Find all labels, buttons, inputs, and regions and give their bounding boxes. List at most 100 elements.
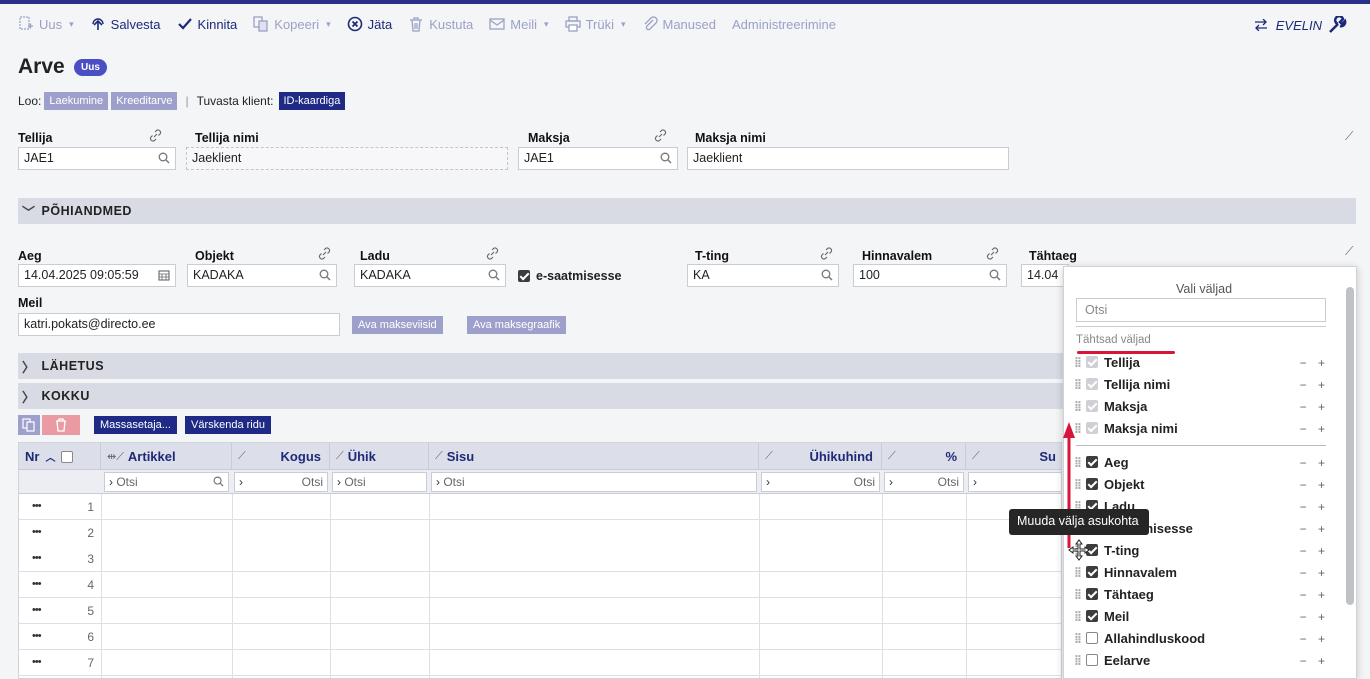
esaatmine-checkbox[interactable]	[518, 270, 530, 282]
field-item-objekt[interactable]: ⣿ Objekt − +	[1074, 473, 1334, 495]
minus-plus-controls[interactable]: − +	[1300, 378, 1329, 392]
create-payment-button[interactable]: Laekumine	[44, 92, 109, 110]
table-row[interactable]: ••• 7	[19, 650, 1061, 676]
minus-plus-controls[interactable]: − +	[1300, 478, 1329, 492]
search-icon[interactable]	[158, 152, 170, 164]
pin-icon[interactable]: ⟋	[1345, 129, 1353, 144]
field-checkbox[interactable]	[1086, 456, 1098, 468]
minus-plus-controls[interactable]: − +	[1300, 522, 1329, 536]
row-menu-icon[interactable]: •••	[32, 656, 42, 668]
table-row[interactable]: ••• 1	[19, 494, 1061, 520]
uhikuhind-filter[interactable]: › Otsi	[761, 472, 880, 492]
mass-setter-button[interactable]: Massasetaja...	[94, 416, 177, 434]
link-icon[interactable]	[486, 247, 499, 260]
minus-plus-controls[interactable]: − +	[1300, 544, 1329, 558]
drag-handle-icon[interactable]: ⣿	[1074, 633, 1086, 644]
confirm-button[interactable]: Kinnita	[177, 16, 237, 32]
row-menu-icon[interactable]: •••	[32, 526, 42, 538]
verify-id-button[interactable]: ID-kaardiga	[278, 92, 346, 110]
ladu-input[interactable]: KADAKA	[354, 264, 506, 287]
field-item-aeg[interactable]: ⣿ Aeg − +	[1074, 451, 1334, 473]
field-checkbox[interactable]	[1086, 566, 1098, 578]
minus-plus-controls[interactable]: − +	[1300, 422, 1329, 436]
hinnavalem-input[interactable]: 100	[853, 264, 1007, 287]
field-checkbox[interactable]	[1086, 610, 1098, 622]
user-name[interactable]: EVELIN	[1276, 18, 1322, 33]
minus-plus-controls[interactable]: − +	[1300, 632, 1329, 646]
field-item-tellija-nimi[interactable]: ⣿ Tellija nimi − +	[1074, 373, 1334, 395]
link-icon[interactable]	[149, 129, 162, 142]
refresh-rows-button[interactable]: Värskenda ridu	[185, 416, 271, 434]
column-sisu[interactable]: ⟋ Sisu	[429, 443, 759, 470]
save-button[interactable]: Salvesta	[90, 16, 161, 32]
field-checkbox[interactable]	[1086, 478, 1098, 490]
maksja-input[interactable]: JAE1	[518, 147, 678, 170]
row-menu-icon[interactable]: •••	[32, 552, 42, 564]
minus-plus-controls[interactable]: − +	[1300, 654, 1329, 668]
row-menu-icon[interactable]: •••	[32, 578, 42, 590]
search-icon[interactable]	[660, 152, 672, 164]
table-row[interactable]: ••• 6	[19, 624, 1061, 650]
payment-schedule-button[interactable]: Ava maksegraafik	[467, 316, 567, 334]
field-item-tellija[interactable]: ⣿ Tellija − +	[1074, 351, 1334, 373]
row-menu-icon[interactable]: •••	[32, 630, 42, 642]
kogus-filter[interactable]: › Otsi	[234, 472, 328, 492]
summa-filter[interactable]: ›	[968, 472, 1061, 492]
drag-handle-icon[interactable]: ⣿	[1074, 589, 1086, 600]
delete-button[interactable]: Kustuta	[408, 16, 473, 32]
leave-button[interactable]: Jäta	[347, 16, 392, 32]
drag-handle-icon[interactable]: ⣿	[1074, 655, 1086, 666]
search-icon[interactable]	[488, 269, 500, 281]
minus-plus-controls[interactable]: − +	[1300, 566, 1329, 580]
tahtaeg-input[interactable]: 14.04	[1021, 264, 1069, 287]
drag-handle-icon[interactable]: ⣿	[1074, 567, 1086, 578]
swap-icon[interactable]	[1254, 19, 1268, 31]
row-menu-icon[interactable]: •••	[32, 604, 42, 616]
wrench-icon[interactable]	[1328, 16, 1348, 34]
print-button[interactable]: Trüki ▾	[564, 16, 626, 32]
meil-input[interactable]: katri.pokats@directo.ee	[18, 313, 340, 336]
aeg-input[interactable]: 14.04.2025 09:05:59	[18, 264, 176, 287]
table-row[interactable]: ••• 4	[19, 572, 1061, 598]
minus-plus-controls[interactable]: − +	[1300, 500, 1329, 514]
column-nr[interactable]: Nr ︿	[19, 443, 101, 470]
select-all-checkbox[interactable]	[61, 450, 74, 463]
row-menu-icon[interactable]: •••	[32, 500, 42, 512]
column-kogus[interactable]: ⟋ Kogus	[232, 443, 330, 470]
link-icon[interactable]	[986, 247, 999, 260]
panel-search-input[interactable]: Otsi	[1076, 298, 1326, 322]
pin-icon[interactable]: ⟋	[1345, 244, 1353, 259]
search-icon[interactable]	[989, 269, 1001, 281]
column-uhikuhind[interactable]: ⟋ Ühikuhind	[759, 443, 882, 470]
column-artikkel[interactable]: ⇹⟋ Artikkel	[101, 443, 232, 470]
table-row[interactable]: ••• 5	[19, 598, 1061, 624]
column-uhik[interactable]: ⟋ Ühik	[330, 443, 429, 470]
drag-handle-icon[interactable]: ⣿	[1074, 611, 1086, 622]
section-main[interactable]: ﹀ PÕHIANDMED	[18, 198, 1356, 224]
objekt-input[interactable]: KADAKA	[187, 264, 337, 287]
link-icon[interactable]	[820, 247, 833, 260]
field-item-tahtaeg[interactable]: ⣿ Tähtaeg − +	[1074, 583, 1334, 605]
sisu-filter[interactable]: › Otsi	[431, 472, 757, 492]
percent-filter[interactable]: › Otsi	[884, 472, 964, 492]
drag-handle-icon[interactable]: ⣿	[1074, 357, 1086, 368]
field-item-tting[interactable]: ⣿T-ting− +	[1074, 539, 1334, 561]
calendar-icon[interactable]	[158, 269, 170, 281]
panel-scrollbar[interactable]	[1346, 287, 1354, 605]
field-item-maksja-nimi[interactable]: ⣿ Maksja nimi − +	[1074, 417, 1334, 439]
minus-plus-controls[interactable]: − +	[1300, 456, 1329, 470]
minus-plus-controls[interactable]: − +	[1300, 400, 1329, 414]
admin-button[interactable]: Administreerimine	[732, 17, 836, 32]
tellija-input[interactable]: JAE1	[18, 147, 176, 170]
table-row[interactable]: ••• 2	[19, 520, 1061, 546]
tellija-nimi-input[interactable]: Jaeklient	[186, 147, 508, 170]
drag-handle-icon[interactable]: ⣿	[1074, 379, 1086, 390]
copy-button[interactable]: Kopeeri ▾	[253, 16, 331, 32]
drag-handle-icon[interactable]: ⣿	[1074, 401, 1086, 412]
minus-plus-controls[interactable]: − +	[1300, 356, 1329, 370]
field-checkbox[interactable]	[1086, 588, 1098, 600]
mail-button[interactable]: Meili ▾	[489, 16, 549, 32]
link-icon[interactable]	[654, 129, 667, 142]
search-icon[interactable]	[821, 269, 833, 281]
minus-plus-controls[interactable]: − +	[1300, 610, 1329, 624]
